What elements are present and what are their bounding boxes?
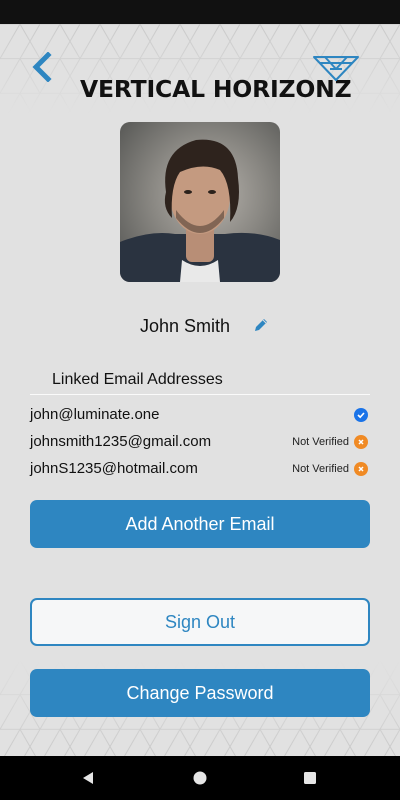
email-status bbox=[349, 407, 368, 423]
user-name: John Smith bbox=[140, 316, 231, 336]
edit-name-button[interactable] bbox=[252, 316, 270, 334]
profile-photo bbox=[120, 139, 280, 282]
avatar bbox=[120, 122, 280, 282]
status-bar bbox=[0, 0, 400, 24]
email-address: john@luminate.one bbox=[30, 406, 160, 423]
email-row[interactable]: john@luminate.one bbox=[30, 403, 370, 427]
email-status-text: Not Verified bbox=[292, 463, 349, 475]
x-circle-icon bbox=[354, 435, 368, 449]
triangle-back-icon bbox=[83, 772, 93, 784]
email-address: johnsmith1235@gmail.com bbox=[30, 433, 212, 450]
email-status-text: Not Verified bbox=[292, 436, 349, 448]
nav-home-button[interactable] bbox=[188, 766, 212, 790]
check-circle-icon bbox=[354, 408, 368, 422]
email-status: Not Verified bbox=[292, 461, 368, 477]
linked-emails-title: Linked Email Addresses bbox=[52, 371, 223, 388]
email-address: johnS1235@hotmail.com bbox=[30, 460, 198, 477]
profile-name-row: John Smith bbox=[0, 312, 400, 340]
add-email-button[interactable]: Add Another Email bbox=[30, 500, 370, 548]
nav-recents-button[interactable] bbox=[298, 766, 322, 790]
square-recents-icon bbox=[304, 772, 316, 784]
chevron-left-icon bbox=[32, 52, 52, 82]
sign-out-button[interactable]: Sign Out bbox=[30, 598, 370, 646]
email-status: Not Verified bbox=[292, 434, 368, 450]
vh-triangle-logo-icon bbox=[313, 56, 359, 81]
email-row[interactable]: johnS1235@hotmail.com Not Verified bbox=[30, 457, 370, 481]
back-button[interactable] bbox=[28, 50, 56, 84]
brand-wordmark: VERTICAL HORIZONZ bbox=[80, 75, 352, 103]
divider bbox=[30, 394, 370, 395]
circle-home-icon bbox=[193, 771, 207, 785]
change-password-button[interactable]: Change Password bbox=[30, 669, 370, 717]
nav-back-button[interactable] bbox=[76, 766, 100, 790]
pencil-icon bbox=[255, 319, 267, 331]
email-row[interactable]: johnsmith1235@gmail.com Not Verified bbox=[30, 430, 370, 454]
x-circle-icon bbox=[354, 462, 368, 476]
system-nav-bar bbox=[0, 756, 400, 800]
